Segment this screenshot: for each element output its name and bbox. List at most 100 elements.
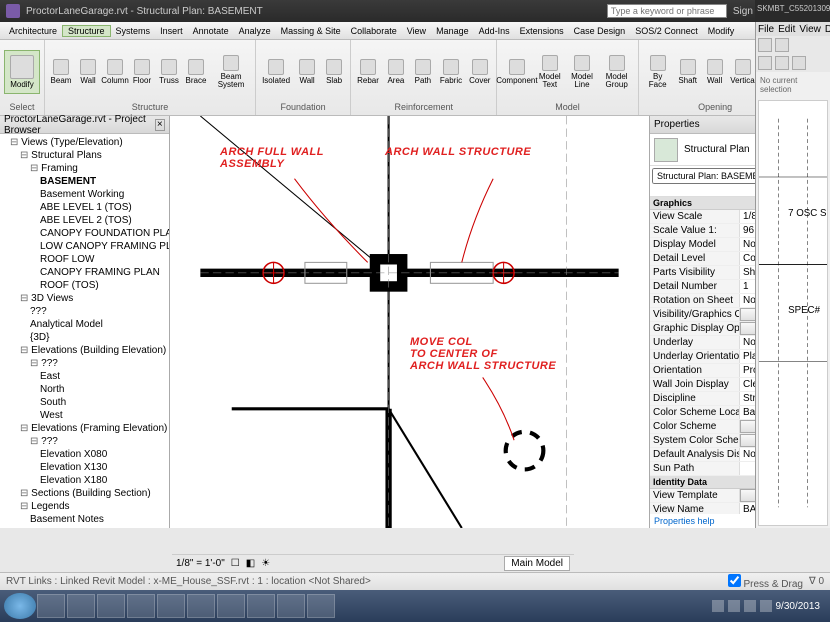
menu-tab-view[interactable]: View <box>402 26 431 36</box>
tree-item[interactable]: {3D} <box>2 331 167 344</box>
menu-tab-systems[interactable]: Systems <box>111 26 156 36</box>
tree-item[interactable]: ROOF (TOS) <box>2 279 167 292</box>
tree-item[interactable]: Legends <box>2 500 167 513</box>
tree-item[interactable]: ??? <box>2 305 167 318</box>
tree-item[interactable]: Elevation X180 <box>2 474 167 487</box>
tree-item[interactable]: Sections (Building Section) <box>2 487 167 500</box>
tool-by-face[interactable]: By Face <box>643 53 673 91</box>
drawing-canvas[interactable]: ARCH FULL WALLASSEMBLY ARCH WALL STRUCTU… <box>170 116 650 528</box>
menu-tab-collaborate[interactable]: Collaborate <box>346 26 402 36</box>
tool-wall[interactable]: Wall <box>76 57 100 87</box>
tool-column[interactable]: Column <box>103 57 127 87</box>
taskbar-item[interactable] <box>67 594 95 618</box>
tree-item[interactable]: West <box>2 409 167 422</box>
tool-path[interactable]: Path <box>411 57 435 87</box>
tree-item[interactable]: ABE LEVEL 1 (TOS) <box>2 201 167 214</box>
menu-tab-architecture[interactable]: Architecture <box>4 26 62 36</box>
taskbar-item[interactable] <box>97 594 125 618</box>
menu-tab-sosconnect[interactable]: SOS/2 Connect <box>630 26 703 36</box>
sec-menu-item[interactable]: File <box>758 24 774 35</box>
model-tab[interactable]: Main Model <box>504 556 570 571</box>
app-logo[interactable] <box>6 4 20 18</box>
sec-tool-icon[interactable] <box>758 56 772 70</box>
tree-item[interactable]: Elevation X080 <box>2 448 167 461</box>
tree-item[interactable]: Basement Notes <box>2 513 167 526</box>
tool-isolated[interactable]: Isolated <box>260 57 292 87</box>
menu-tab-modify[interactable]: Modify <box>703 26 740 36</box>
tool-rebar[interactable]: Rebar <box>355 57 381 87</box>
press-drag-toggle[interactable]: Press & Drag <box>728 574 803 590</box>
secondary-document[interactable]: 7 OSC SHEARWALL SPEC# <box>758 100 828 526</box>
view-icon[interactable]: ◧ <box>246 558 255 569</box>
tool-model-text[interactable]: Model Text <box>535 53 564 91</box>
menu-tab-manage[interactable]: Manage <box>431 26 474 36</box>
tree-item[interactable]: LOW CANOPY FRAMING PLAN <box>2 240 167 253</box>
tree-item[interactable]: CANOPY FOUNDATION PLAN <box>2 227 167 240</box>
menu-tab-addins[interactable]: Add-Ins <box>474 26 515 36</box>
tool-floor[interactable]: Floor <box>130 57 154 87</box>
help-search[interactable] <box>607 4 727 18</box>
tool-cover[interactable]: Cover <box>467 57 492 87</box>
tree-item[interactable]: Views (Type/Elevation) <box>2 136 167 149</box>
sec-tool-icon[interactable] <box>792 56 806 70</box>
taskbar-item[interactable] <box>217 594 245 618</box>
taskbar-item[interactable] <box>187 594 215 618</box>
tool-vertical[interactable]: Vertical <box>730 57 757 87</box>
tool-wall[interactable]: Wall <box>703 57 727 87</box>
tool-modify[interactable]: Modify <box>4 50 40 94</box>
tree-item[interactable]: Elevations (Framing Elevation) <box>2 422 167 435</box>
tool-model-group[interactable]: Model Group <box>600 53 634 91</box>
tool-area[interactable]: Area <box>384 57 408 87</box>
tree-item[interactable]: ??? <box>2 435 167 448</box>
tool-component[interactable]: Component <box>501 57 532 87</box>
tree-item[interactable]: ABE LEVEL 2 (TOS) <box>2 214 167 227</box>
menu-tab-casedesign[interactable]: Case Design <box>569 26 631 36</box>
menu-tab-structure[interactable]: Structure <box>62 25 111 37</box>
sec-menu-item[interactable]: Document <box>825 24 830 35</box>
tray-icon[interactable] <box>744 600 756 612</box>
tool-fabric[interactable]: Fabric <box>438 57 464 87</box>
tree-item[interactable]: ROOF LOW <box>2 253 167 266</box>
menu-tab-insert[interactable]: Insert <box>155 26 188 36</box>
tool-wall[interactable]: Wall <box>295 57 319 87</box>
tray-icon[interactable] <box>712 600 724 612</box>
view-icon[interactable]: ☐ <box>231 558 240 569</box>
tree-item[interactable]: BASEMENT <box>2 175 167 188</box>
tree-item[interactable]: East <box>2 370 167 383</box>
menu-tab-massingsite[interactable]: Massing & Site <box>276 26 346 36</box>
menu-tab-extensions[interactable]: Extensions <box>515 26 569 36</box>
browser-close-button[interactable]: × <box>155 119 165 131</box>
tray-icon[interactable] <box>728 600 740 612</box>
tree-item[interactable]: Canopy Notes <box>2 526 167 528</box>
taskbar-item[interactable] <box>37 594 65 618</box>
sec-create-button[interactable] <box>758 38 772 52</box>
sec-menu-item[interactable]: Edit <box>778 24 795 35</box>
tree-item[interactable]: North <box>2 383 167 396</box>
sec-combine-button[interactable] <box>775 38 789 52</box>
tree-item[interactable]: Elevation X130 <box>2 461 167 474</box>
sec-tool-icon[interactable] <box>775 56 789 70</box>
menu-tab-analyze[interactable]: Analyze <box>234 26 276 36</box>
tray-icon[interactable] <box>760 600 772 612</box>
clock-date[interactable]: 9/30/2013 <box>776 601 821 612</box>
view-scale[interactable]: 1/8" = 1'-0" <box>176 558 225 569</box>
tree-item[interactable]: 3D Views <box>2 292 167 305</box>
tool-model-line[interactable]: Model Line <box>567 53 596 91</box>
taskbar-item[interactable] <box>127 594 155 618</box>
tree-item[interactable]: Framing <box>2 162 167 175</box>
tree-item[interactable]: CANOPY FRAMING PLAN <box>2 266 167 279</box>
menu-tab-annotate[interactable]: Annotate <box>188 26 234 36</box>
tree-item[interactable]: Structural Plans <box>2 149 167 162</box>
tool-beam-system[interactable]: Beam System <box>211 53 251 91</box>
taskbar-item[interactable] <box>157 594 185 618</box>
taskbar-item[interactable] <box>277 594 305 618</box>
taskbar-item[interactable] <box>247 594 275 618</box>
tree-item[interactable]: Analytical Model <box>2 318 167 331</box>
tool-slab[interactable]: Slab <box>322 57 346 87</box>
tree-item[interactable]: Elevations (Building Elevation) <box>2 344 167 357</box>
tool-shaft[interactable]: Shaft <box>676 57 700 87</box>
tool-beam[interactable]: Beam <box>49 57 73 87</box>
view-icon[interactable]: ☀ <box>261 558 270 569</box>
tree-item[interactable]: ??? <box>2 357 167 370</box>
taskbar-item[interactable] <box>307 594 335 618</box>
